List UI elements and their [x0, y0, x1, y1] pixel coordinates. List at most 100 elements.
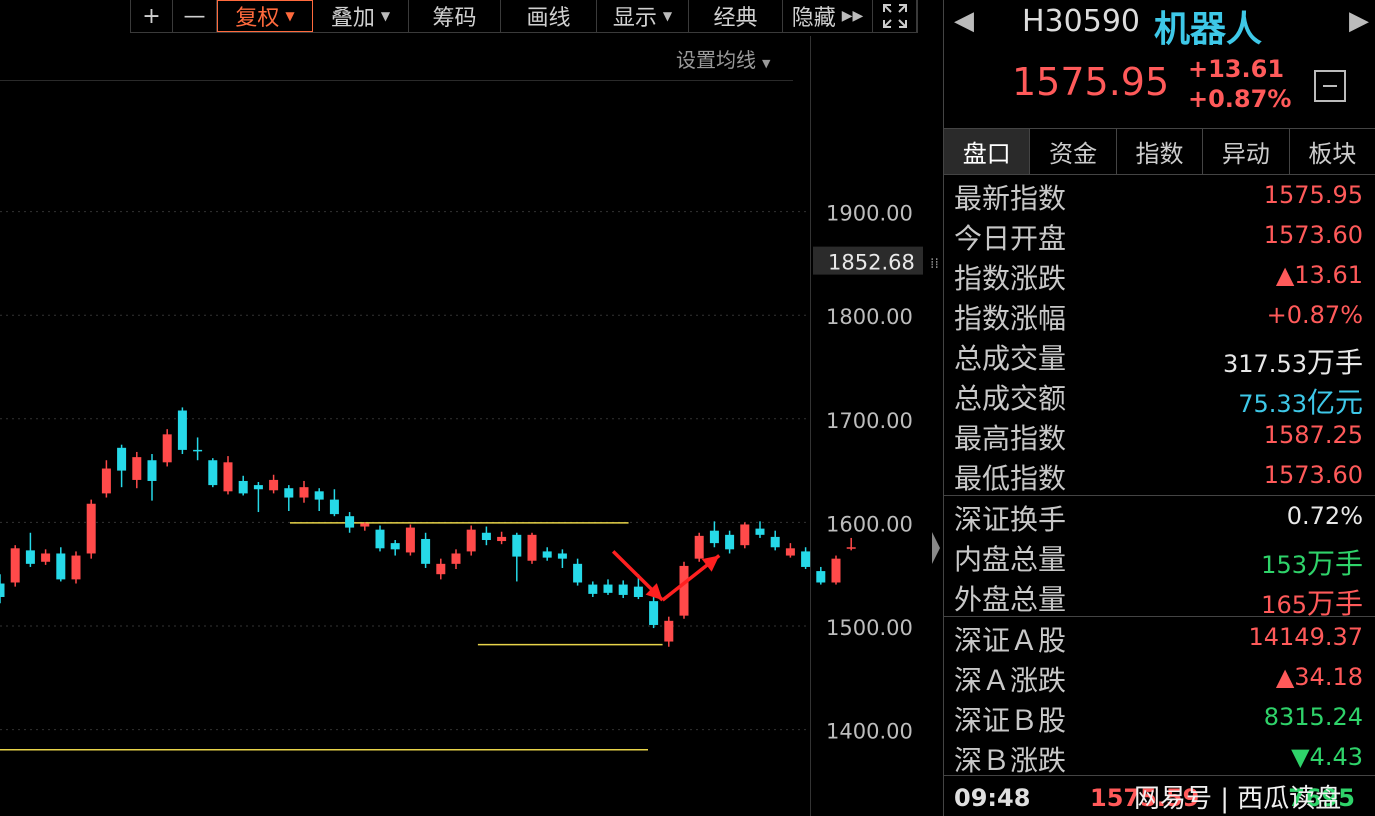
quote-row: 指数涨跌 ▲13.61 — [944, 255, 1375, 295]
quote-number: ▲13.61 — [1275, 261, 1363, 289]
quote-label: 外盘总量 — [954, 583, 1067, 616]
quote-label: 最高指数 — [954, 422, 1067, 455]
candlestick-plot: 1900.00 1800.00 1700.00 1600.00 1500.00 1400.… — [0, 202, 923, 751]
quote-number: ▼4.43 — [1291, 743, 1363, 771]
candle-body — [785, 548, 795, 556]
quote-number: 75.33 — [1238, 390, 1307, 418]
candle-body — [71, 555, 81, 580]
remove-watchlist-button[interactable] — [1314, 70, 1346, 102]
candle-body — [542, 551, 552, 558]
current-price: 1575.95 — [1012, 60, 1170, 104]
quote-label: 深Ｂ涨跌 — [954, 744, 1067, 777]
quote-value: ▲13.61 — [1276, 261, 1363, 289]
quote-label: 指数涨幅 — [954, 302, 1067, 335]
quote-value: 1575.95 — [1264, 181, 1363, 209]
tab-bankuai[interactable]: 板块 — [1290, 129, 1375, 174]
quote-row: 总成交额 75.33亿元 — [944, 375, 1375, 419]
quote-number: 1573.60 — [1263, 221, 1363, 249]
candle-body — [603, 584, 613, 593]
candle-body — [375, 529, 385, 549]
drag-grip-icon[interactable]: ⁞⁞ — [930, 256, 939, 272]
candle-body — [846, 547, 856, 549]
candle-body — [725, 534, 735, 550]
quote-row: 内盘总量 153万手 — [944, 536, 1375, 580]
candle-body — [801, 551, 811, 567]
index-name: 机器人 — [1154, 9, 1263, 50]
candle-body — [193, 449, 203, 452]
candle-body — [421, 538, 431, 564]
tab-zhishu[interactable]: 指数 — [1117, 129, 1204, 174]
candle-body — [816, 571, 826, 583]
quote-row: 深Ａ涨跌 ▲34.18 — [944, 657, 1375, 697]
quote-row: 最新指数 1575.95 — [944, 175, 1375, 215]
quote-label: 今日开盘 — [954, 222, 1067, 255]
tick-footer: 09:48 1575.59 7695 网易号 | 西瓜读盘 — [944, 775, 1375, 816]
quote-row: 最低指数 1573.60 — [944, 455, 1375, 495]
candle-body — [405, 527, 415, 553]
candle-body — [573, 563, 583, 583]
candle-body — [831, 558, 841, 583]
quote-row: 最高指数 1587.25 — [944, 415, 1375, 455]
quote-value: 8315.24 — [1264, 703, 1363, 731]
candle-body — [223, 462, 233, 492]
index-code: H30590 — [1022, 4, 1140, 39]
candle-body — [649, 601, 659, 625]
candle-body — [694, 535, 704, 559]
candle-body — [10, 548, 20, 583]
quote-rows-market: 深证Ａ股 14149.37 深Ａ涨跌 ▲34.18 深证Ｂ股 8315.24 深Ｂ涨跌 ▼4.… — [944, 617, 1375, 777]
quote-unit: 万手 — [1306, 587, 1363, 620]
tab-zijin[interactable]: 资金 — [1030, 129, 1117, 174]
next-stock-icon[interactable]: ▶ — [1349, 6, 1369, 36]
quote-value: 1573.60 — [1264, 221, 1363, 249]
quote-label: 深证Ｂ股 — [954, 704, 1067, 737]
candle-body — [0, 583, 5, 597]
change-value: +13.61 — [1188, 55, 1285, 83]
candle-body — [664, 620, 674, 642]
collapse-arrow-icon[interactable] — [930, 528, 942, 568]
change-percent: +0.87% — [1188, 85, 1292, 113]
candle-body — [557, 553, 567, 559]
candle-body — [25, 550, 35, 564]
quote-label: 指数涨跌 — [954, 262, 1067, 295]
quote-number: 153 — [1261, 551, 1307, 579]
quote-number: 1573.60 — [1263, 461, 1363, 489]
y-tick-label: 1700.00 — [826, 409, 913, 433]
candle-body — [770, 536, 780, 548]
candle-body — [117, 447, 127, 471]
candle-body — [512, 534, 522, 557]
candle-body — [147, 460, 157, 481]
candle-body — [755, 528, 765, 535]
quote-row: 外盘总量 165万手 — [944, 576, 1375, 620]
candle-body — [162, 434, 172, 463]
tick-time: 09:48 — [954, 784, 1031, 812]
quote-row: 深证Ａ股 14149.37 — [944, 617, 1375, 657]
y-tick-label: 1500.00 — [826, 616, 913, 640]
quote-rows-turnover: 深证换手 0.72% 内盘总量 153 万手 外盘总量 165万手 — [944, 496, 1375, 620]
tab-pankou[interactable]: 盘口 — [944, 129, 1031, 174]
candle-body — [481, 532, 491, 541]
prev-stock-icon[interactable]: ◀ — [954, 6, 974, 36]
quote-panel: ◀ H30590 机器人 ▶ 1575.95 +13.61 +0.87% 盘口 … — [943, 0, 1375, 816]
quote-value: 165万手 — [1261, 582, 1363, 622]
quote-label: 深证Ａ股 — [954, 624, 1067, 657]
quote-number: 14149.37 — [1248, 623, 1363, 651]
quote-value: ▲34.18 — [1276, 663, 1363, 691]
candle-body — [466, 529, 476, 552]
quote-number: 1587.25 — [1263, 421, 1363, 449]
candle-body — [101, 468, 111, 494]
quote-header: ◀ H30590 机器人 ▶ 1575.95 +13.61 +0.87% — [944, 0, 1375, 129]
quote-number: 1575.95 — [1263, 181, 1363, 209]
quote-row: 深证Ｂ股 8315.24 — [944, 697, 1375, 737]
candle-body — [269, 479, 279, 491]
kline-chart-area[interactable]: + — 复权 ▼ 叠加 ▼ 筹码 画线 显示 ▼ 经典 隐藏 ▶▶ 设置均线 ▼ 1900… — [0, 0, 930, 816]
candle-body — [329, 499, 339, 515]
tab-yidong[interactable]: 异动 — [1203, 129, 1290, 174]
quote-label: 内盘总量 — [954, 543, 1067, 576]
quote-row: 深Ｂ涨跌 ▼4.43 — [944, 737, 1375, 777]
quote-label: 最低指数 — [954, 462, 1067, 495]
candle-body — [633, 586, 643, 597]
candle-body — [618, 584, 628, 595]
quote-row: 深证换手 0.72% — [944, 496, 1375, 536]
current-value-label: 1852.68 — [828, 251, 915, 275]
candle-body — [679, 565, 689, 616]
